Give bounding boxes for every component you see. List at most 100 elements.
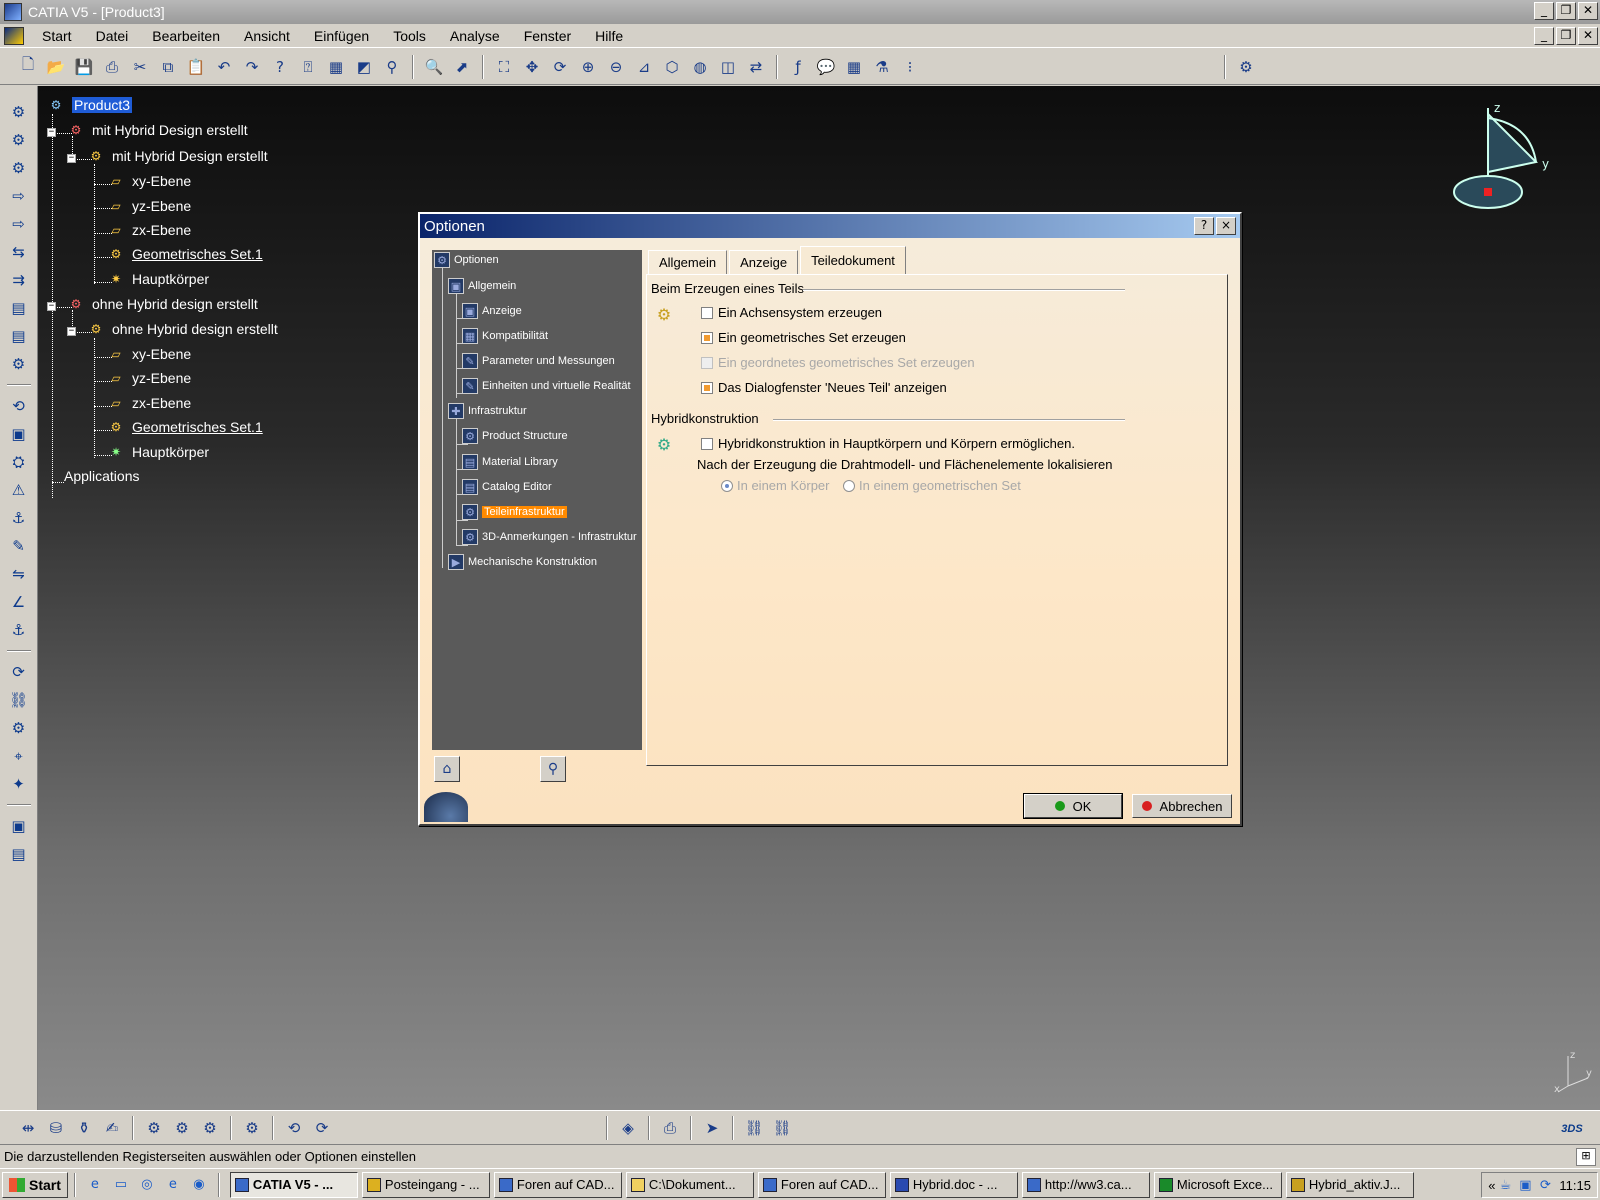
workbench-icon[interactable]: ⚙	[1234, 55, 1258, 79]
tree-node-part2[interactable]: ⚙ ohne Hybrid design erstellt	[66, 295, 258, 313]
explode-icon[interactable]: ⛭	[6, 449, 32, 475]
measure-inertia-icon[interactable]: ⚱	[72, 1116, 96, 1140]
rules-icon[interactable]: ⁝	[898, 55, 922, 79]
tree-expand-icon[interactable]: ▦	[324, 55, 348, 79]
update-icon[interactable]: ⟳	[6, 659, 32, 685]
search-icon[interactable]: 🔍	[422, 55, 446, 79]
ok-button[interactable]: OK	[1023, 793, 1123, 819]
copy-icon[interactable]: ⧉	[156, 55, 180, 79]
select-icon[interactable]: ⬈	[450, 55, 474, 79]
options-tree-catalog-editor[interactable]: ▤ Catalog Editor	[462, 479, 552, 495]
snap-icon[interactable]: ▣	[6, 421, 32, 447]
tree-node-part1-body[interactable]: ⚙ mit Hybrid Design erstellt	[86, 147, 268, 165]
fit-all-icon[interactable]: ⛶	[492, 55, 516, 79]
menu-hilfe[interactable]: Hilfe	[583, 28, 635, 44]
scenes-icon[interactable]: ▣	[6, 813, 32, 839]
geometric-set-checkbox[interactable]	[701, 331, 713, 344]
options-tree-3d-annotations[interactable]: ⚙ 3D-Anmerkungen - Infrastruktur	[462, 529, 637, 545]
tree-collapse-toggle[interactable]: −	[67, 327, 76, 336]
undo-icon[interactable]: ↶	[212, 55, 236, 79]
tab-anzeige[interactable]: Anzeige	[729, 250, 799, 274]
knowledge-icon[interactable]: ⚗	[870, 55, 894, 79]
axis-system-checkbox[interactable]	[701, 306, 713, 319]
publication-icon[interactable]: ⚙	[170, 1116, 194, 1140]
replace-component-icon[interactable]: ⇨	[6, 183, 32, 209]
options-tree-product-structure[interactable]: ⚙ Product Structure	[462, 428, 568, 444]
print-icon[interactable]: ⎙	[100, 55, 124, 79]
task-catia[interactable]: CATIA V5 - ...	[229, 1171, 358, 1198]
network-tray-icon[interactable]: ▣	[1517, 1175, 1533, 1195]
measure-item-icon[interactable]: ⛁	[44, 1116, 68, 1140]
save-icon[interactable]: 💾	[72, 55, 96, 79]
angle-icon[interactable]: ∠	[6, 589, 32, 615]
options-tree-compatibility[interactable]: ▦ Kompatibilität	[462, 328, 548, 344]
task-inbox[interactable]: Posteingang - ...	[361, 1171, 490, 1198]
options-tree-infrastructure[interactable]: ✚ Infrastruktur	[448, 403, 527, 419]
options-tree-part-infrastructure[interactable]: ⚙ Teileinfrastruktur	[462, 504, 567, 520]
dialog-help-button[interactable]: ?	[1194, 217, 1214, 235]
tray-chevron[interactable]: «	[1488, 1178, 1495, 1193]
menu-bearbeiten[interactable]: Bearbeiten	[140, 28, 232, 44]
tree-node-yz-plane[interactable]: ▱ yz-Ebene	[106, 369, 191, 387]
existing-component-icon[interactable]: ⚙	[6, 155, 32, 181]
quicklaunch-browser-icon[interactable]: e	[163, 1175, 183, 1195]
menu-analyse[interactable]: Analyse	[438, 28, 512, 44]
tree-node-part1[interactable]: ⚙ mit Hybrid Design erstellt	[66, 121, 248, 139]
tree-node-applications[interactable]: Applications	[64, 468, 140, 484]
start-button[interactable]: Start	[2, 1171, 68, 1198]
quicklaunch-ie-icon[interactable]: e	[85, 1175, 105, 1195]
zoom-in-icon[interactable]: ⊕	[576, 55, 600, 79]
open-icon[interactable]: 📂	[44, 55, 68, 79]
new-product-icon[interactable]: ⚙	[6, 127, 32, 153]
task-forum-2[interactable]: Foren auf CAD...	[757, 1171, 886, 1198]
dialog-close-button[interactable]: ×	[1216, 217, 1236, 235]
tree-collapse-toggle[interactable]: −	[47, 302, 56, 311]
reset-options-button[interactable]: ⌂	[434, 756, 460, 782]
compare-icon[interactable]: ⛓	[770, 1116, 794, 1140]
enhanced-scene-icon[interactable]: ▤	[6, 841, 32, 867]
new-part-icon[interactable]: ⚙	[6, 99, 32, 125]
normal-view-icon[interactable]: ⊿	[632, 55, 656, 79]
command-input-icon[interactable]: ⊞	[1576, 1148, 1596, 1166]
cut-icon[interactable]: ✂	[128, 55, 152, 79]
clash-icon[interactable]: ✍	[100, 1116, 124, 1140]
quicklaunch-media-icon[interactable]: ◉	[189, 1175, 209, 1195]
tree-node-xy-plane[interactable]: ▱ xy-Ebene	[106, 172, 191, 190]
tree-node-geometric-set[interactable]: ⚙ Geometrisches Set.1	[106, 418, 263, 436]
new-part-dialog-option[interactable]: Das Dialogfenster 'Neues Teil' anzeigen	[701, 380, 947, 395]
tab-allgemein[interactable]: Allgemein	[648, 250, 728, 274]
hybrid-design-checkbox[interactable]	[701, 437, 713, 450]
cancel-button[interactable]: Abbrechen	[1132, 794, 1232, 818]
task-documents[interactable]: C:\Dokument...	[625, 1171, 754, 1198]
manage-representations-icon[interactable]: ▤	[6, 295, 32, 321]
swap-space-icon[interactable]: ⇄	[744, 55, 768, 79]
doc-restore-button[interactable]: ❐	[1556, 27, 1576, 45]
coincidence-icon[interactable]: ⚓	[6, 505, 32, 531]
new-icon[interactable]: 🗋	[16, 55, 40, 79]
tree-node-yz-plane[interactable]: ▱ yz-Ebene	[106, 197, 191, 215]
graph-tree-icon[interactable]: ⇨	[6, 211, 32, 237]
offset-icon[interactable]: ⇋	[6, 561, 32, 587]
tree-node-main-body[interactable]: ✷ Hauptkörper	[106, 443, 209, 461]
tree-node-product3[interactable]: ⚙ Product3	[46, 96, 133, 114]
tree-node-geometric-set[interactable]: ⚙ Geometrisches Set.1	[106, 245, 263, 263]
doc-minimize-button[interactable]: _	[1534, 27, 1554, 45]
tree-node-xy-plane[interactable]: ▱ xy-Ebene	[106, 345, 191, 363]
task-hybrid-image[interactable]: Hybrid_aktiv.J...	[1285, 1171, 1414, 1198]
stop-manipulate-icon[interactable]: ⚠	[6, 477, 32, 503]
task-forum-1[interactable]: Foren auf CAD...	[493, 1171, 622, 1198]
table-icon[interactable]: ▦	[842, 55, 866, 79]
close-button[interactable]: ✕	[1578, 2, 1598, 20]
options-tree-material-library[interactable]: ▤ Material Library	[462, 454, 558, 470]
task-excel[interactable]: Microsoft Exce...	[1153, 1171, 1282, 1198]
multi-instantiation-icon[interactable]: ▤	[6, 323, 32, 349]
fix-icon[interactable]: ⚓	[6, 617, 32, 643]
new-part-dialog-checkbox[interactable]	[701, 381, 713, 394]
quicklaunch-desktop-icon[interactable]: ▭	[111, 1175, 131, 1195]
print-preview-icon[interactable]: ⎙	[658, 1116, 682, 1140]
simulation-icon[interactable]: ⚙	[240, 1116, 264, 1140]
catalog-browser-icon[interactable]: ⛓	[742, 1116, 766, 1140]
tab-teiledokument[interactable]: Teiledokument	[800, 246, 906, 274]
sync-tray-icon[interactable]: ⟳	[1537, 1175, 1553, 1195]
measure-between-icon[interactable]: ⇹	[16, 1116, 40, 1140]
